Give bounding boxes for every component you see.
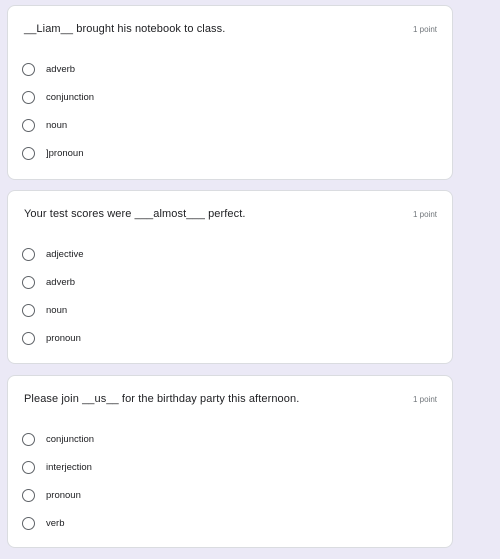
- question-points: 1 point: [412, 395, 437, 404]
- radio-unchecked-icon[interactable]: [22, 62, 35, 76]
- question-card-1: __Liam__ brought his notebook to class. …: [7, 5, 453, 180]
- radio-unchecked-icon[interactable]: [22, 488, 35, 502]
- question-title: __Liam__ brought his notebook to class.: [24, 23, 226, 35]
- options-group: adjective adverb noun pronoun: [22, 240, 84, 352]
- option-radio[interactable]: adverb: [22, 268, 84, 296]
- option-radio[interactable]: ]pronoun: [22, 139, 94, 167]
- option-label: pronoun: [46, 489, 81, 501]
- option-label: verb: [46, 517, 65, 529]
- option-label: adjective: [46, 248, 84, 260]
- radio-unchecked-icon[interactable]: [22, 460, 35, 474]
- option-radio[interactable]: conjunction: [22, 83, 94, 111]
- option-radio[interactable]: interjection: [22, 453, 94, 481]
- option-label: conjunction: [46, 91, 95, 103]
- radio-unchecked-icon[interactable]: [22, 303, 35, 317]
- question-card-2: Your test scores were ___almost___ perfe…: [7, 190, 453, 364]
- radio-unchecked-icon[interactable]: [22, 516, 35, 530]
- radio-unchecked-icon[interactable]: [22, 331, 35, 345]
- option-label: noun: [46, 119, 68, 131]
- option-radio[interactable]: noun: [22, 111, 94, 139]
- question-title: Your test scores were ___almost___ perfe…: [24, 208, 246, 220]
- option-label: interjection: [46, 461, 92, 473]
- option-label: ]pronoun: [46, 147, 84, 159]
- question-card-3: Please join __us__ for the birthday part…: [7, 375, 453, 548]
- radio-unchecked-icon[interactable]: [22, 146, 35, 160]
- option-radio[interactable]: noun: [22, 296, 84, 324]
- option-radio[interactable]: adjective: [22, 240, 84, 268]
- radio-unchecked-icon[interactable]: [22, 90, 35, 104]
- option-radio[interactable]: adverb: [22, 55, 94, 83]
- option-radio[interactable]: pronoun: [22, 324, 84, 352]
- options-group: adverb conjunction noun ]pronoun: [22, 55, 94, 167]
- question-points: 1 point: [412, 210, 437, 219]
- option-label: adverb: [46, 276, 76, 288]
- question-points: 1 point: [412, 25, 437, 34]
- option-label: noun: [46, 304, 68, 316]
- radio-unchecked-icon[interactable]: [22, 118, 35, 132]
- option-label: adverb: [46, 63, 76, 75]
- radio-unchecked-icon[interactable]: [22, 247, 35, 261]
- question-title: Please join __us__ for the birthday part…: [24, 393, 300, 405]
- radio-unchecked-icon[interactable]: [22, 275, 35, 289]
- options-group: conjunction interjection pronoun verb: [22, 425, 94, 537]
- option-radio[interactable]: verb: [22, 509, 94, 537]
- option-label: pronoun: [46, 332, 81, 344]
- radio-unchecked-icon[interactable]: [22, 432, 35, 446]
- option-radio[interactable]: pronoun: [22, 481, 94, 509]
- option-radio[interactable]: conjunction: [22, 425, 94, 453]
- option-label: conjunction: [46, 433, 95, 445]
